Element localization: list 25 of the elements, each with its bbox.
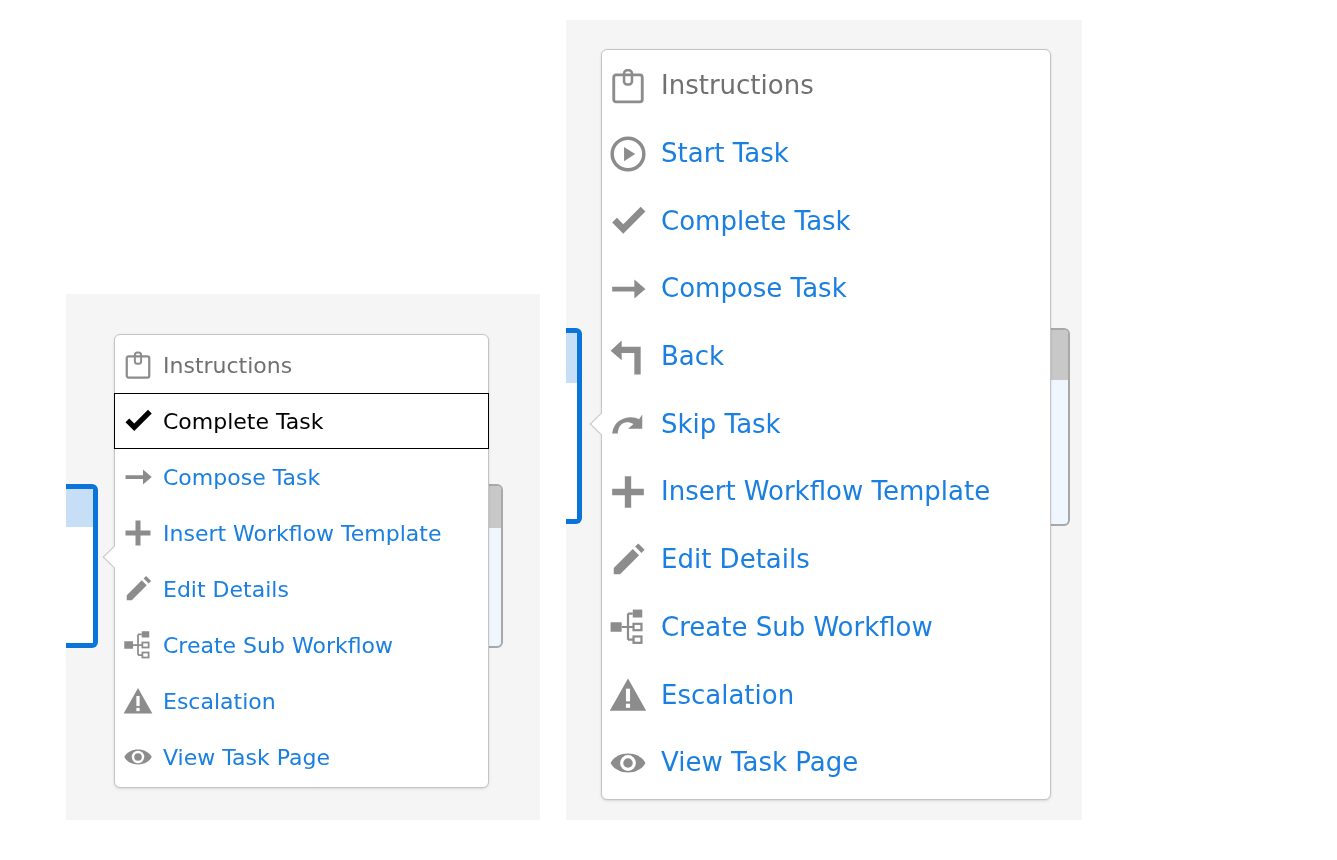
menu-item[interactable]: Complete Task — [114, 393, 489, 449]
menu-item[interactable]: Compose Task — [115, 449, 488, 505]
menu-item[interactable]: Insert Workflow Template — [115, 505, 488, 561]
menu-item[interactable]: Edit Details — [602, 525, 1050, 594]
warning-icon — [123, 686, 153, 716]
menu-item[interactable]: View Task Page — [602, 728, 1050, 797]
menu-item[interactable]: Edit Details — [115, 561, 488, 617]
hierarchy-icon — [123, 630, 153, 660]
plus-icon — [123, 518, 153, 548]
menu-item[interactable]: Start Task — [602, 119, 1050, 188]
menu-item[interactable]: Escalation — [602, 661, 1050, 729]
clipboard-icon — [123, 350, 153, 380]
menu-item[interactable]: Skip Task — [602, 390, 1050, 459]
menu-item[interactable]: Escalation — [115, 673, 488, 729]
clipboard-icon — [609, 66, 647, 105]
menu-item[interactable]: Instructions — [115, 337, 488, 393]
menu-item[interactable]: Create Sub Workflow — [115, 617, 488, 673]
menu-item[interactable]: Compose Task — [602, 255, 1050, 323]
menu-item[interactable]: View Task Page — [115, 729, 488, 785]
menu-item[interactable]: Complete Task — [602, 187, 1050, 256]
menu-item[interactable]: Back — [602, 322, 1050, 391]
menu-item[interactable]: Insert Workflow Template — [602, 458, 1050, 526]
play-icon — [609, 134, 647, 173]
menu-item[interactable]: Create Sub Workflow — [602, 593, 1050, 662]
menu-item[interactable]: Instructions — [602, 52, 1050, 120]
